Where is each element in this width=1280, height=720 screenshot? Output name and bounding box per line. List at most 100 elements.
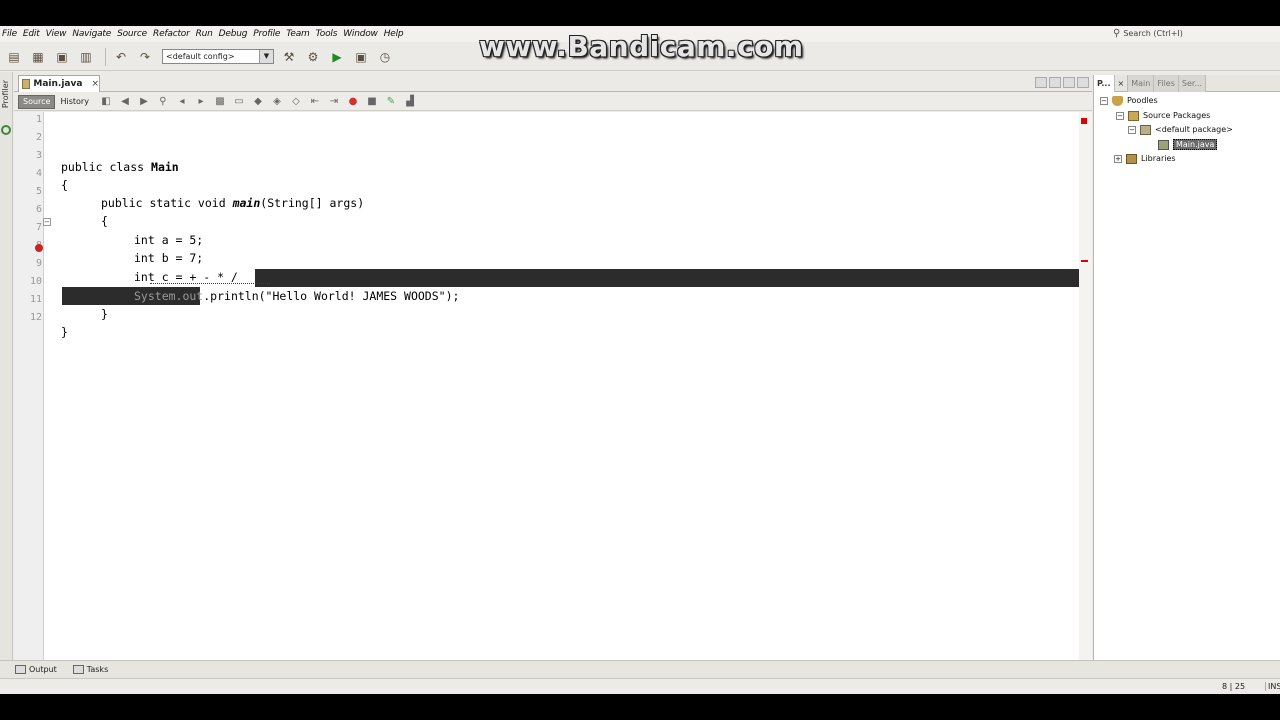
toggle-bookmark-icon[interactable]: ◇ bbox=[289, 96, 303, 108]
history-button[interactable]: History bbox=[55, 95, 93, 109]
back-icon[interactable]: ◀ bbox=[118, 96, 132, 108]
code-token: public static void bbox=[101, 196, 233, 210]
profiler-side-tab[interactable]: Profiler bbox=[1, 80, 11, 108]
find-icon[interactable]: ⚲ bbox=[156, 96, 170, 108]
code-editor[interactable]: 1 2 3 4 5 6 7 8 9 10 11 12 − public clas… bbox=[14, 112, 1086, 660]
menu-window[interactable]: Window bbox=[343, 29, 378, 39]
next-bookmark-icon[interactable]: ◈ bbox=[270, 96, 284, 108]
source-packages-icon bbox=[1128, 110, 1139, 121]
insert-mode: INS bbox=[1265, 682, 1280, 691]
package-icon bbox=[1140, 124, 1151, 135]
code-line: public class Main bbox=[61, 158, 1126, 176]
new-file-icon[interactable]: ▤ bbox=[4, 48, 24, 66]
source-button[interactable]: Source bbox=[18, 94, 56, 109]
start-macro-icon[interactable]: ● bbox=[346, 96, 360, 108]
collapse-icon[interactable]: − bbox=[1116, 111, 1124, 120]
java-file-icon bbox=[22, 79, 31, 89]
profile-icon[interactable]: ◷ bbox=[375, 48, 395, 66]
search-box[interactable]: ⚲ Search (Ctrl+I) bbox=[1113, 27, 1233, 40]
menu-team[interactable]: Team bbox=[286, 29, 310, 39]
collapse-icon[interactable]: − bbox=[1128, 125, 1136, 134]
forward-icon[interactable]: ▶ bbox=[137, 96, 151, 108]
expand-icon[interactable]: + bbox=[1114, 154, 1122, 163]
last-edit-icon[interactable]: ◧ bbox=[99, 96, 113, 108]
left-side-strip: Profiler bbox=[0, 72, 13, 670]
menu-tools[interactable]: Tools bbox=[316, 29, 338, 39]
line-number: 6 bbox=[35, 204, 42, 215]
tab-output[interactable]: Output bbox=[15, 665, 57, 674]
menu-run[interactable]: Run bbox=[196, 29, 213, 39]
error-marker[interactable] bbox=[1081, 260, 1088, 262]
shift-right-icon[interactable]: ⇥ bbox=[327, 96, 341, 108]
stop-macro-icon[interactable]: ■ bbox=[365, 96, 379, 108]
tree-node-default-package[interactable]: − <default package> bbox=[1128, 123, 1233, 136]
prev-bookmark-icon[interactable]: ◆ bbox=[251, 96, 265, 108]
tab-main[interactable]: Main bbox=[1128, 75, 1155, 92]
line-number: 11 bbox=[29, 294, 42, 305]
menu-view[interactable]: View bbox=[46, 29, 67, 39]
error-badge-icon[interactable] bbox=[35, 244, 43, 252]
comment-icon[interactable]: ✎ bbox=[384, 96, 398, 108]
scroll-left-icon[interactable] bbox=[1035, 77, 1047, 88]
redo-icon[interactable]: ↷ bbox=[135, 48, 155, 66]
tab-tasks[interactable]: Tasks bbox=[72, 665, 109, 674]
tree-node-libraries[interactable]: + Libraries bbox=[1114, 152, 1176, 165]
screen-top-border bbox=[0, 0, 1280, 26]
editor-error-stripe[interactable] bbox=[1079, 112, 1092, 660]
projects-panel: P... × Main Files Ser... − Poodles − Sou… bbox=[1093, 75, 1280, 660]
output-icon bbox=[15, 665, 26, 674]
clean-build-icon[interactable]: ⚙ bbox=[303, 48, 323, 66]
editor-tab-bar: Main.java × bbox=[14, 75, 1092, 92]
search-placeholder: Search (Ctrl+I) bbox=[1123, 29, 1183, 38]
tab-label: Main.java bbox=[33, 79, 83, 89]
status-bar: 8 | 25 INS bbox=[0, 678, 1280, 694]
new-project-icon[interactable]: ▦ bbox=[28, 48, 48, 66]
menu-profile[interactable]: Profile bbox=[253, 29, 280, 39]
close-icon[interactable]: × bbox=[91, 79, 99, 89]
collapse-icon[interactable]: − bbox=[1100, 96, 1108, 105]
menu-edit[interactable]: Edit bbox=[23, 29, 40, 39]
open-project-icon[interactable]: ▣ bbox=[52, 48, 72, 66]
menu-file[interactable]: File bbox=[2, 29, 17, 39]
close-icon[interactable]: × bbox=[1115, 75, 1129, 92]
config-select[interactable]: <default config> ▼ bbox=[162, 49, 274, 64]
tab-services[interactable]: Ser... bbox=[1178, 75, 1207, 92]
fold-toggle-icon[interactable]: − bbox=[43, 218, 51, 226]
show-documents-icon[interactable] bbox=[1063, 77, 1075, 88]
undo-icon[interactable]: ↶ bbox=[111, 48, 131, 66]
tab-projects[interactable]: P... bbox=[1094, 75, 1115, 92]
tree-node-project[interactable]: − Poodles bbox=[1100, 94, 1158, 107]
menu-source[interactable]: Source bbox=[117, 29, 147, 39]
tree-node-main-java[interactable]: Main.java bbox=[1158, 138, 1218, 151]
toggle-highlight-icon[interactable]: ▩ bbox=[213, 96, 227, 108]
menu-navigate[interactable]: Navigate bbox=[72, 29, 111, 39]
run-icon[interactable]: ▶ bbox=[327, 48, 347, 66]
projects-panel-tabs: P... × Main Files Ser... bbox=[1094, 75, 1280, 92]
toolbar-separator bbox=[105, 47, 106, 66]
menu-refactor[interactable]: Refactor bbox=[153, 29, 190, 39]
uncomment-icon[interactable]: ▟ bbox=[403, 96, 417, 108]
config-select-value: <default config> bbox=[166, 52, 235, 61]
tab-label: Tasks bbox=[86, 665, 109, 674]
tab-main-java[interactable]: Main.java × bbox=[18, 75, 100, 92]
code-token: .println("Hello World! JAMES WOODS"); bbox=[203, 289, 460, 303]
toggle-selection-icon[interactable]: ▭ bbox=[232, 96, 246, 108]
menu-help[interactable]: Help bbox=[384, 29, 404, 39]
code-line: } bbox=[101, 307, 108, 321]
screen-bottom-border bbox=[0, 694, 1280, 720]
scroll-right-icon[interactable] bbox=[1049, 77, 1061, 88]
debug-icon[interactable]: ▣ bbox=[351, 48, 371, 66]
error-status-icon[interactable] bbox=[1081, 118, 1087, 124]
caret-position: 8 | 25 bbox=[1222, 682, 1246, 691]
shift-left-icon[interactable]: ⇤ bbox=[308, 96, 322, 108]
build-icon[interactable]: ⚒ bbox=[279, 48, 299, 66]
code-token: System.out bbox=[134, 289, 204, 303]
tab-files[interactable]: Files bbox=[1154, 75, 1179, 92]
line-number: 1 bbox=[35, 114, 42, 125]
maximize-icon[interactable] bbox=[1077, 77, 1089, 88]
save-all-icon[interactable]: ▥ bbox=[76, 48, 96, 66]
find-previous-icon[interactable]: ◂ bbox=[175, 96, 189, 108]
find-next-icon[interactable]: ▸ bbox=[194, 96, 208, 108]
tree-node-source-packages[interactable]: − Source Packages bbox=[1116, 109, 1210, 122]
menu-debug[interactable]: Debug bbox=[219, 29, 248, 39]
